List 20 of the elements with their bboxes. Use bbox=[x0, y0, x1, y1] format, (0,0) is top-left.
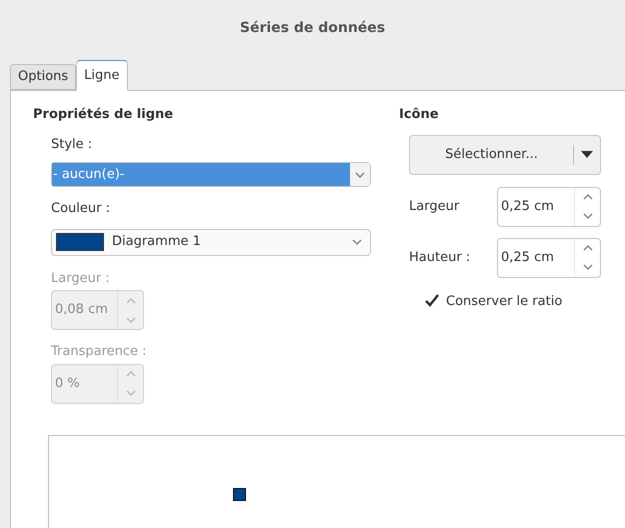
checkbox-icon[interactable] bbox=[424, 294, 440, 308]
spin-field[interactable]: 0,25 cm bbox=[497, 238, 601, 278]
chevron-down-icon bbox=[352, 239, 362, 245]
field-label: Largeur bbox=[409, 198, 460, 216]
color-dropdown[interactable]: Diagramme 1 bbox=[51, 228, 371, 256]
section-heading: Icône bbox=[399, 106, 440, 124]
field-label: Style : bbox=[51, 136, 94, 154]
keep-ratio-checkbox[interactable]: Conserver le ratio bbox=[424, 292, 625, 311]
tab[interactable]: Ligne bbox=[76, 60, 128, 91]
spin-field[interactable]: 0,25 cm bbox=[497, 186, 601, 226]
select-dropdown-button[interactable]: Sélectionner... bbox=[409, 134, 601, 174]
field-label: Hauteur : bbox=[409, 248, 472, 267]
section-heading: Propriétés de ligne bbox=[33, 106, 174, 124]
chevron-down-icon bbox=[355, 172, 365, 178]
tab[interactable]: Options bbox=[10, 64, 76, 90]
caret-icon bbox=[581, 151, 593, 158]
field-label: Largeur : bbox=[51, 270, 111, 288]
window-title: Séries de données bbox=[238, 18, 386, 38]
field-label: Couleur : bbox=[51, 200, 111, 218]
field-label: Transparence : bbox=[51, 343, 148, 361]
